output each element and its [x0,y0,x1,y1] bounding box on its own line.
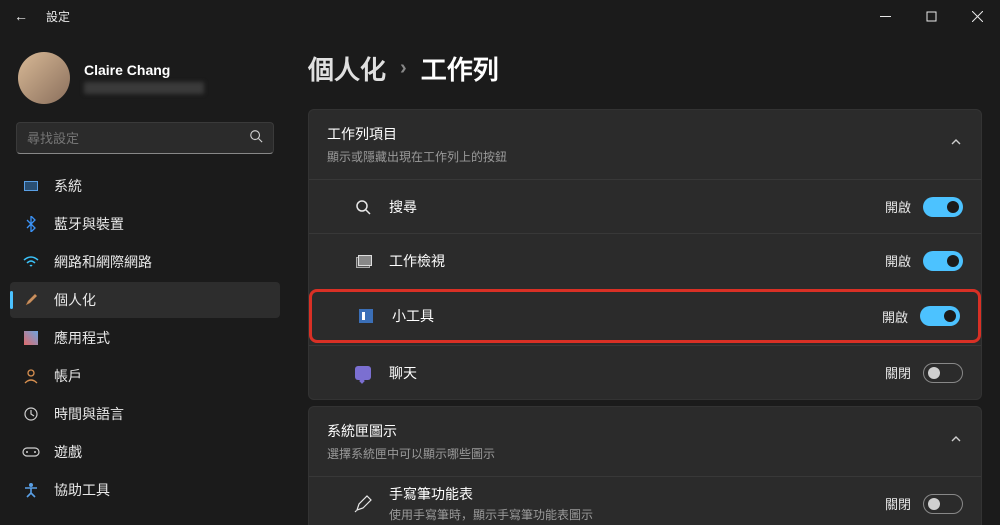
monitor-icon [22,177,40,195]
gamepad-icon [22,443,40,461]
apps-icon [22,329,40,347]
nav-system[interactable]: 系統 [10,168,280,204]
window-controls [862,0,1000,32]
toggle-task-view[interactable] [923,251,963,271]
search-box[interactable] [16,122,274,154]
sidebar: Claire Chang 系統 藍牙與裝置 網路和網際網路 個人化 應用程式 帳… [0,32,290,525]
toggle-state: 開啟 [885,197,911,216]
section-header[interactable]: 系統匣圖示 選擇系統匣中可以顯示哪些圖示 [309,407,981,476]
nav-personalization[interactable]: 個人化 [10,282,280,318]
nav-accounts[interactable]: 帳戶 [10,358,280,394]
row-label: 聊天 [389,363,885,383]
user-email-redacted [84,82,204,94]
toggle-search[interactable] [923,197,963,217]
nav-gaming[interactable]: 遊戲 [10,434,280,470]
section-subtitle: 選擇系統匣中可以顯示哪些圖示 [327,445,949,462]
titlebar: ← 設定 [0,0,1000,32]
close-button[interactable] [954,0,1000,32]
bluetooth-icon [22,215,40,233]
row-widgets: 小工具 開啟 [312,292,978,340]
search-icon [249,129,263,148]
row-label: 小工具 [392,306,882,326]
accessibility-icon [22,481,40,499]
row-sublabel: 使用手寫筆時，顯示手寫筆功能表圖示 [389,506,885,523]
row-task-view: 工作檢視 開啟 [309,233,981,287]
nav-bluetooth[interactable]: 藍牙與裝置 [10,206,280,242]
search-icon [353,199,373,215]
nav-time-language[interactable]: 時間與語言 [10,396,280,432]
user-name: Claire Chang [84,62,204,78]
toggle-state: 關閉 [885,494,911,513]
window-title: 設定 [46,8,70,25]
nav-network[interactable]: 網路和網際網路 [10,244,280,280]
section-subtitle: 顯示或隱藏出現在工作列上的按鈕 [327,148,949,165]
section-systray-icons: 系統匣圖示 選擇系統匣中可以顯示哪些圖示 手寫筆功能表 使用手寫筆時，顯示手寫筆… [308,406,982,525]
section-title: 系統匣圖示 [327,421,949,441]
pen-icon [353,495,373,513]
nav-apps[interactable]: 應用程式 [10,320,280,356]
brush-icon [22,291,40,309]
chat-icon [353,366,373,380]
toggle-widgets[interactable] [920,306,960,326]
chevron-up-icon [949,135,963,154]
avatar [18,52,70,104]
clock-icon [22,405,40,423]
back-button[interactable]: ← [14,8,28,24]
main-panel: 個人化 › 工作列 工作列項目 顯示或隱藏出現在工作列上的按鈕 搜尋 開啟 工作… [290,32,1000,525]
section-header[interactable]: 工作列項目 顯示或隱藏出現在工作列上的按鈕 [309,110,981,179]
maximize-button[interactable] [908,0,954,32]
toggle-chat[interactable] [923,363,963,383]
toggle-pen-menu[interactable] [923,494,963,514]
row-label: 工作檢視 [389,251,885,271]
search-input[interactable] [27,131,249,146]
nav-accessibility[interactable]: 協助工具 [10,472,280,508]
row-label: 手寫筆功能表 [389,484,885,504]
breadcrumb-parent[interactable]: 個人化 [308,50,386,87]
highlight-annotation: 小工具 開啟 [309,289,981,343]
minimize-button[interactable] [862,0,908,32]
widgets-icon [356,309,376,323]
row-pen-menu: 手寫筆功能表 使用手寫筆時，顯示手寫筆功能表圖示 關閉 [309,476,981,525]
breadcrumb: 個人化 › 工作列 [308,50,982,87]
toggle-state: 開啟 [885,251,911,270]
toggle-state: 關閉 [885,363,911,382]
toggle-state: 開啟 [882,307,908,326]
section-title: 工作列項目 [327,124,949,144]
row-chat: 聊天 關閉 [309,345,981,399]
wifi-icon [22,253,40,271]
row-label: 搜尋 [389,197,885,217]
section-taskbar-items: 工作列項目 顯示或隱藏出現在工作列上的按鈕 搜尋 開啟 工作檢視 開啟 [308,109,982,400]
task-view-icon [353,255,373,267]
chevron-up-icon [949,432,963,451]
row-search: 搜尋 開啟 [309,179,981,233]
breadcrumb-current: 工作列 [421,50,499,87]
user-profile[interactable]: Claire Chang [6,42,284,122]
person-icon [22,367,40,385]
nav-list: 系統 藍牙與裝置 網路和網際網路 個人化 應用程式 帳戶 時間與語言 遊戲 協助… [6,168,284,508]
chevron-right-icon: › [400,57,407,80]
